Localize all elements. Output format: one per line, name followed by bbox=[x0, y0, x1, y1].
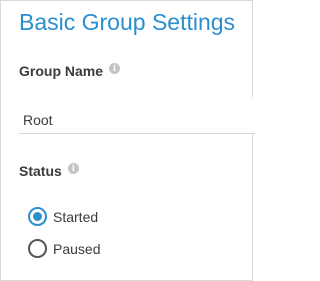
panel-title: Basic Group Settings bbox=[19, 9, 236, 35]
radio-paused[interactable] bbox=[28, 239, 47, 258]
group-name-label: Group Name bbox=[19, 63, 104, 79]
group-name-label-row: Group Name i bbox=[19, 62, 121, 79]
group-name-input[interactable] bbox=[19, 97, 255, 134]
status-option-label: Started bbox=[53, 208, 99, 225]
info-icon[interactable]: i bbox=[67, 162, 79, 174]
status-option-paused[interactable]: Paused bbox=[28, 239, 100, 258]
status-label-row: Status i bbox=[19, 162, 79, 179]
basic-group-settings-panel: Basic Group Settings Group Name i Status… bbox=[0, 0, 255, 281]
status-option-started[interactable]: Started bbox=[28, 207, 98, 226]
info-icon[interactable]: i bbox=[109, 62, 121, 74]
status-label: Status bbox=[19, 163, 62, 179]
radio-started[interactable] bbox=[28, 207, 47, 226]
status-option-label: Paused bbox=[53, 240, 101, 257]
